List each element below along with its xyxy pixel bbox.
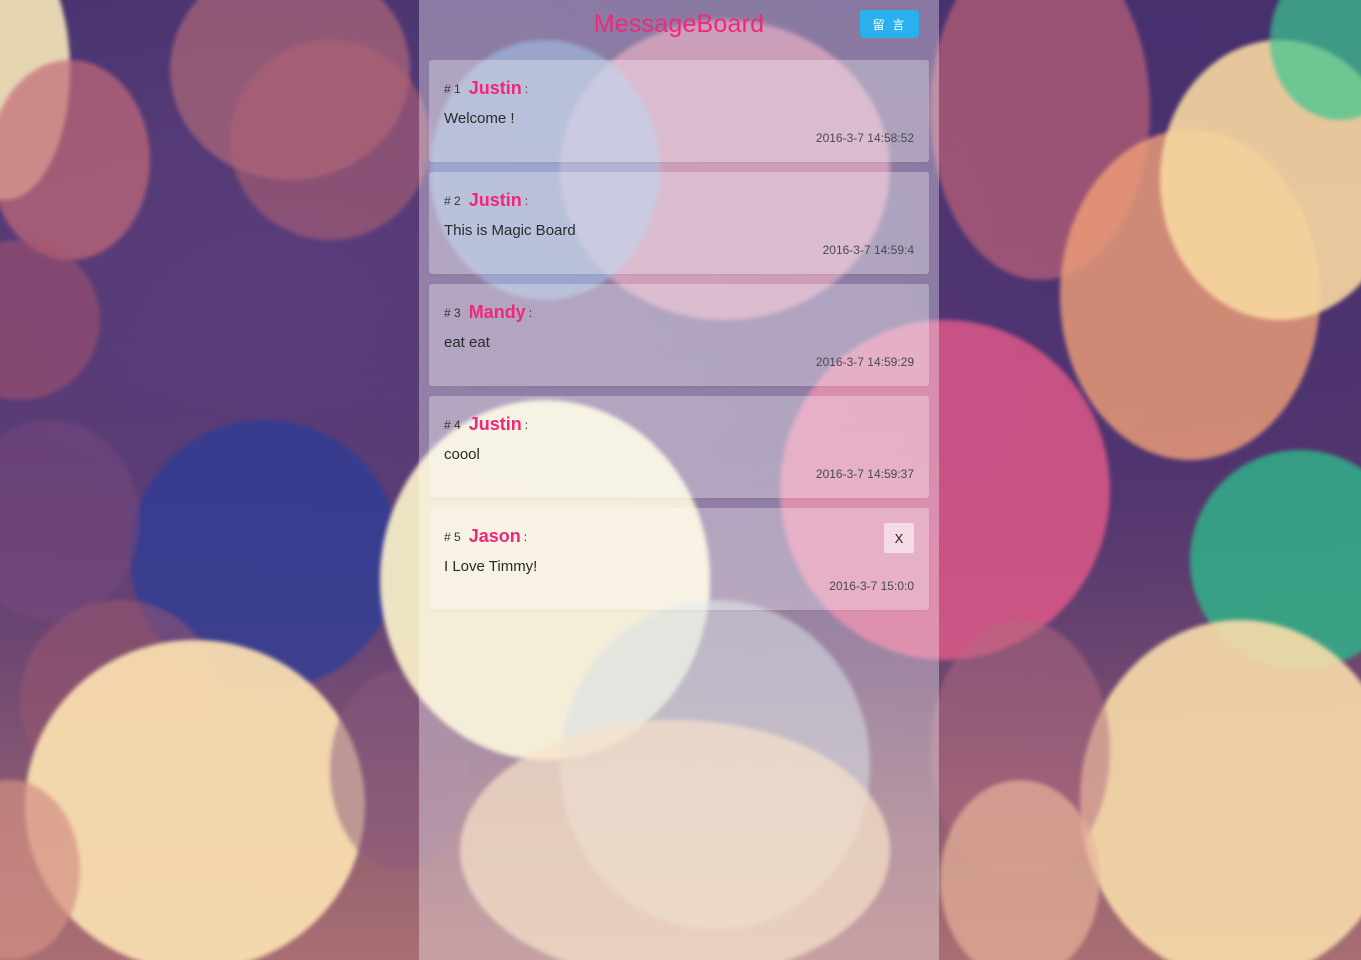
message-text: Welcome ! xyxy=(444,110,515,127)
message-card: # 1 Justin: Welcome ! 2016-3-7 14:58:52 xyxy=(429,60,929,162)
message-timestamp: 2016-3-7 14:58:52 xyxy=(815,131,914,145)
message-number: # 2 xyxy=(444,193,461,208)
message-number: # 5 xyxy=(444,529,461,544)
message-card: # 5 Jason: X I Love Timmy! 2016-3-7 15:0:… xyxy=(429,508,929,610)
post-message-button[interactable]: 留 言 xyxy=(860,10,919,38)
message-colon: : xyxy=(524,193,529,208)
delete-message-button[interactable]: X xyxy=(884,523,914,553)
board-header: MessageBoard 留 言 xyxy=(419,0,939,50)
message-text: I Love Timmy! xyxy=(444,558,538,575)
message-timestamp: 2016-3-7 14:59:4 xyxy=(822,243,914,257)
message-timestamp: 2016-3-7 14:59:29 xyxy=(815,355,914,369)
message-card: # 2 Justin: This is Magic Board 2016-3-7 … xyxy=(429,172,929,274)
message-colon: : xyxy=(523,529,528,544)
message-colon: : xyxy=(528,305,533,320)
message-board-panel: MessageBoard 留 言 # 1 Justin: Welcome ! 20… xyxy=(419,0,939,960)
message-colon: : xyxy=(524,417,529,432)
message-text: This is Magic Board xyxy=(444,222,576,239)
message-text: eat eat xyxy=(444,334,490,351)
message-author: Jason xyxy=(468,526,521,546)
message-author: Mandy xyxy=(468,302,526,322)
message-author: Justin xyxy=(468,414,522,434)
message-number: # 4 xyxy=(444,417,461,432)
message-card: # 4 Justin: coool 2016-3-7 14:59:37 xyxy=(429,396,929,498)
message-timestamp: 2016-3-7 15:0:0 xyxy=(829,579,914,593)
message-author: Justin xyxy=(468,190,522,210)
message-text: coool xyxy=(444,446,480,463)
message-header: # 1 Justin: xyxy=(444,78,528,99)
message-timestamp: 2016-3-7 14:59:37 xyxy=(815,467,914,481)
message-card: # 3 Mandy: eat eat 2016-3-7 14:59:29 xyxy=(429,284,929,386)
message-list: # 1 Justin: Welcome ! 2016-3-7 14:58:52 #… xyxy=(429,60,929,620)
message-colon: : xyxy=(524,81,529,96)
message-header: # 4 Justin: xyxy=(444,414,528,435)
message-header: # 2 Justin: xyxy=(444,190,528,211)
message-header: # 5 Jason: xyxy=(444,526,527,547)
message-number: # 1 xyxy=(444,81,461,96)
message-number: # 3 xyxy=(444,305,461,320)
message-header: # 3 Mandy: xyxy=(444,302,532,323)
message-author: Justin xyxy=(468,78,522,98)
